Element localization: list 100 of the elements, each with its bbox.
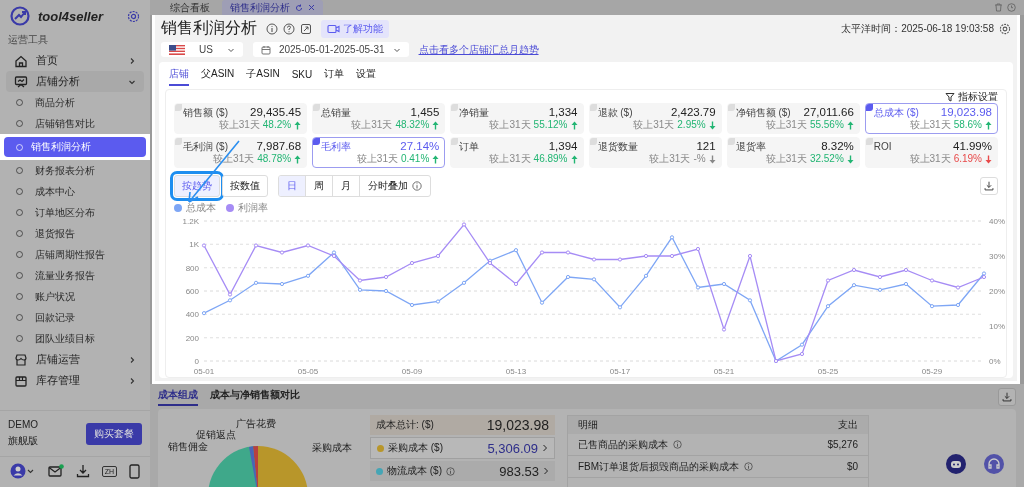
clock-icon[interactable] [1007, 3, 1016, 12]
help-icon[interactable] [283, 22, 295, 35]
sidebar-group[interactable]: 首页 [6, 50, 144, 71]
view-mode-button[interactable]: 按数值 [222, 175, 268, 197]
metric-card[interactable]: 总销量 1,455 较上31天 48.32% [312, 103, 446, 134]
sidebar-item[interactable]: 店铺销售对比 [0, 113, 150, 134]
tab[interactable]: 订单 [324, 65, 345, 86]
sidebar-group[interactable]: 店铺运营 [6, 349, 144, 370]
sidebar-item[interactable]: 商品分析 [0, 92, 150, 113]
phone-icon[interactable] [128, 463, 140, 479]
sidebar-item[interactable]: 财务报表分析 [0, 160, 150, 181]
robot-icon[interactable] [946, 454, 966, 474]
sidebar-group[interactable]: 库存管理 [6, 370, 144, 391]
headset-icon[interactable] [984, 454, 1004, 474]
data-point [201, 243, 207, 248]
info-icon[interactable] [446, 466, 455, 476]
granularity-button[interactable]: 分时叠加 [359, 176, 430, 196]
page-tab[interactable]: 销售利润分析 [222, 0, 323, 15]
summary-trend-link[interactable]: 点击看多个店铺汇总月趋势 [418, 42, 539, 57]
tab[interactable]: 父ASIN [201, 65, 235, 86]
share-icon[interactable] [300, 22, 312, 35]
data-point [825, 304, 831, 309]
data-point [799, 342, 805, 347]
sidebar-item[interactable]: 团队业绩目标 [0, 328, 150, 349]
tab[interactable]: 子ASIN [246, 65, 280, 86]
settings-icon[interactable] [127, 9, 140, 23]
metric-card[interactable]: 订单 1,394 较上31天 46.89% [450, 137, 584, 168]
metric-card[interactable]: 总成本 ($) 19,023.98 较上31天 58.6% [864, 103, 998, 134]
metric-card[interactable]: 销售额 ($) 29,435.45 较上31天 48.2% [174, 103, 308, 134]
metric-settings-button[interactable]: 指标设置 [945, 91, 998, 103]
metric-card[interactable]: 退款 ($) 2,423.79 较上31天 2.95% [588, 103, 722, 134]
corner-tag [313, 104, 321, 111]
data-point [539, 300, 545, 305]
sidebar-item[interactable]: 流量业务报告 [0, 265, 150, 286]
learn-feature-button[interactable]: 了解功能 [321, 19, 389, 38]
mail-icon[interactable] [47, 464, 64, 478]
cost-row[interactable]: 采购成本 ($) 5,306.09 [370, 437, 555, 459]
metric-card[interactable]: 毛利润 ($) 7,987.68 较上31天 48.78% [174, 137, 308, 168]
metric-label: 退货率 [735, 141, 766, 153]
tab[interactable]: 成本组成 [158, 387, 198, 406]
marketplace-select[interactable]: US [161, 42, 243, 57]
tab[interactable]: 设置 [356, 65, 377, 86]
legend-label[interactable]: 利润率 [238, 201, 268, 215]
tab[interactable]: 店铺 [169, 65, 189, 86]
granularity-button[interactable]: 月 [332, 176, 359, 196]
download-icon [1002, 391, 1012, 402]
tab[interactable]: SKU [291, 65, 313, 86]
cost-row[interactable]: 物流成本 ($) 983.53 [370, 461, 555, 481]
sidebar-item[interactable]: 销售利润分析 [4, 137, 146, 157]
info-icon[interactable] [266, 22, 278, 35]
metric-card[interactable]: ROI 41.99% 较上31天 6.19% [864, 137, 998, 168]
y-axis-label: 200 [185, 333, 199, 343]
buy-plan-button[interactable]: 购买套餐 [86, 422, 142, 445]
data-point [305, 273, 311, 278]
metric-card[interactable]: 退货率 8.32% 较上31天 32.52% [726, 137, 860, 168]
download-icon[interactable] [75, 464, 90, 478]
metric-card[interactable]: 退货数量 121 较上31天 -% [588, 137, 722, 168]
compare-label: 较上31天 [909, 119, 951, 131]
y-axis-label: 40% [989, 217, 1005, 226]
pie-label: 采购成本 [312, 441, 352, 455]
data-point [565, 250, 571, 255]
metric-value: 1,455 [410, 106, 440, 118]
change-value: 6.19% [953, 153, 982, 165]
tab[interactable]: 成本与净销售额对比 [210, 387, 300, 406]
granularity-button[interactable]: 周 [305, 176, 332, 196]
plan-edition: 旗舰版 [8, 434, 39, 448]
info-icon[interactable] [744, 462, 754, 471]
metric-card[interactable]: 净销量 1,334 较上31天 55.12% [450, 103, 584, 134]
metric-value: 27.14% [400, 140, 440, 152]
sidebar-item[interactable]: 订单地区分布 [0, 202, 150, 223]
granularity-button[interactable]: 日 [279, 176, 305, 196]
change-value: 0.41% [400, 153, 430, 165]
sidebar-group[interactable]: 店铺分析 [6, 71, 144, 92]
metric-value: 7,987.68 [256, 140, 302, 152]
sidebar-item[interactable]: 店铺周期性报告 [0, 244, 150, 265]
compare-label: 较上31天 [218, 119, 260, 131]
metric-card[interactable]: 毛利率 27.14% 较上31天 0.41% [312, 137, 446, 168]
compare-label: 较上31天 [765, 119, 807, 131]
table-cell: 已售商品的采购成本 [578, 437, 668, 452]
info-icon[interactable] [673, 440, 682, 449]
legend-label[interactable]: 总成本 [186, 201, 216, 215]
settings-icon[interactable] [999, 22, 1011, 35]
download-button[interactable] [998, 387, 1016, 406]
close-icon[interactable] [308, 4, 315, 11]
y-axis-label: 10% [989, 322, 1005, 331]
date-range-picker[interactable]: 2025-05-01-2025-05-31 [252, 42, 409, 57]
column-header: 明细 [578, 418, 598, 432]
sidebar-item[interactable]: 回款记录 [0, 307, 150, 328]
data-point [201, 311, 207, 316]
data-point [721, 327, 727, 332]
sidebar-item[interactable]: 退货报告 [0, 223, 150, 244]
avatar-icon[interactable] [10, 463, 36, 479]
trash-icon[interactable] [994, 3, 1003, 12]
metric-card[interactable]: 净销售额 ($) 27,011.66 较上31天 55.56% [726, 103, 860, 134]
corner-tag [589, 104, 597, 111]
sidebar-item[interactable]: 账户状况 [0, 286, 150, 307]
sidebar-item[interactable]: 成本中心 [0, 181, 150, 202]
page-tab[interactable]: 综合看板 [162, 0, 218, 15]
corner-tag [727, 104, 735, 111]
refresh-icon[interactable] [295, 3, 303, 12]
